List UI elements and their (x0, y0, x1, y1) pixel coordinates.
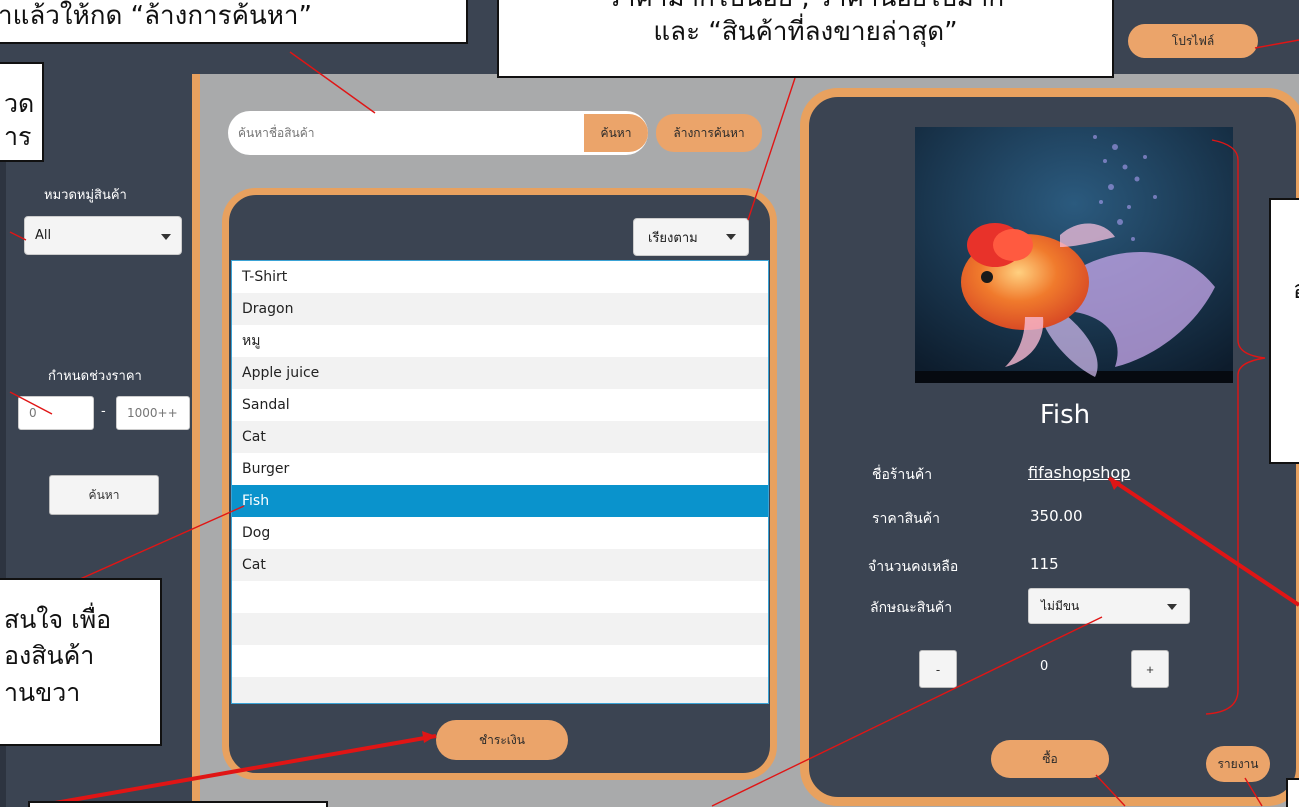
quantity-value: 0 (1040, 659, 1049, 674)
price-label: ราคาสินค้า (872, 511, 940, 527)
callout-top-left: าแล้วให้กด “ล้างการค้นหา” (0, 0, 468, 44)
clear-search-button[interactable]: ล้างการค้นหา (656, 114, 762, 152)
list-item[interactable]: Dog (232, 517, 768, 549)
callout-left-line2: าร (4, 121, 32, 151)
list-empty-row (232, 613, 768, 645)
report-button[interactable]: รายงาน (1206, 746, 1270, 782)
callout-top-left-text: าแล้วให้กด “ล้างการค้นหา” (0, 1, 312, 31)
price-separator: - (101, 404, 106, 419)
list-empty-row (232, 581, 768, 613)
callout-top-center-line2: และ “สินค้าที่ลงขายล่าสุด” (653, 16, 958, 47)
list-item[interactable]: Sandal (232, 389, 768, 421)
stock-label: จำนวนคงเหลือ (868, 559, 959, 575)
search-button[interactable]: ค้นหา (584, 114, 648, 152)
buy-button[interactable]: ซื้อ (991, 740, 1109, 778)
product-list[interactable]: T-Shirt Dragon หมู Apple juice Sandal Cat Burg… (231, 260, 769, 704)
shop-name-link[interactable]: fifashopshop (1028, 463, 1130, 482)
callout-bottom-left: สนใจ เพื่อ องสินค้า านขวา (0, 578, 162, 746)
callout-bottom-left-line2: องสินค้า (4, 641, 95, 671)
stock-value: 115 (1030, 555, 1059, 573)
callout-right: อ (1269, 198, 1299, 464)
category-label: หมวดหมู่สินค้า (44, 188, 127, 203)
sort-select[interactable]: เรียงตาม (633, 218, 749, 256)
product-image (915, 127, 1233, 383)
quantity-plus-button[interactable]: + (1131, 650, 1169, 688)
callout-top-center-line1: ราคามากไปน้อย , ราคาน้อยไปมาก (499, 0, 1112, 16)
price-value: 350.00 (1030, 507, 1083, 525)
callout-left: วด าร (0, 62, 44, 162)
list-item[interactable]: Cat (232, 421, 768, 453)
chevron-down-icon (1167, 604, 1177, 610)
list-item[interactable]: Burger (232, 453, 768, 485)
search-input[interactable] (228, 111, 568, 155)
callout-bottom-left-line3: านขวา (4, 677, 81, 707)
chevron-down-icon (726, 234, 736, 240)
list-item[interactable]: Dragon (232, 293, 768, 325)
callout-bottom-fragment (28, 801, 328, 807)
category-select[interactable]: All (24, 216, 182, 255)
profile-button[interactable]: โปรไฟล์ (1128, 24, 1258, 58)
chevron-down-icon (161, 234, 171, 240)
quantity-minus-button[interactable]: - (919, 650, 957, 688)
list-item[interactable]: T-Shirt (232, 261, 768, 293)
list-item[interactable]: หมู (232, 325, 768, 357)
list-item[interactable]: Apple juice (232, 357, 768, 389)
sidebar-search-button[interactable]: ค้นหา (49, 475, 159, 515)
callout-right-line1: อ (1293, 274, 1299, 307)
sort-select-label: เรียงตาม (648, 230, 698, 246)
feature-label: ลักษณะสินค้า (870, 600, 953, 616)
feature-select[interactable]: ไม่มีขน (1028, 588, 1190, 624)
list-item[interactable]: Cat (232, 549, 768, 581)
callout-bottom-right-fragment (1286, 778, 1299, 807)
category-select-value: All (35, 228, 52, 243)
checkout-button[interactable]: ชำระเงิน (436, 720, 568, 760)
product-name: Fish (1039, 400, 1091, 430)
callout-left-line1: วด (4, 89, 35, 118)
price-min-input[interactable] (18, 396, 94, 430)
list-item[interactable]: Fish (232, 485, 768, 517)
price-max-input[interactable] (116, 396, 190, 430)
callout-bottom-left-line1: สนใจ เพื่อ (4, 605, 112, 634)
feature-select-value: ไม่มีขน (1041, 598, 1080, 613)
list-empty-row (232, 645, 768, 677)
price-range-label: กำหนดช่วงราคา (48, 369, 142, 384)
callout-top-center: ราคามากไปน้อย , ราคาน้อยไปมาก และ “สินค้… (497, 0, 1114, 78)
shop-label: ชื่อร้านค้า (872, 467, 933, 483)
list-empty-row (232, 677, 768, 703)
